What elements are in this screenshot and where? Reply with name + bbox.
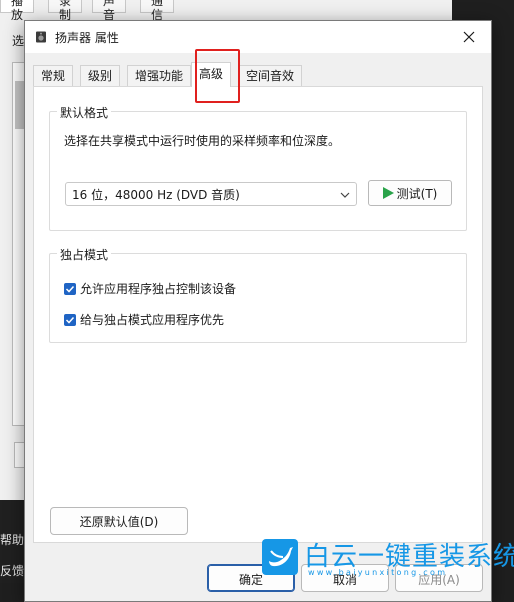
play-icon xyxy=(382,187,394,199)
tab-general[interactable]: 常规 xyxy=(33,65,74,86)
default-format-group: 默认格式 选择在共享模式中运行时使用的采样频率和位深度。 16 位，48000 … xyxy=(49,104,467,231)
sample-format-value: 16 位，48000 Hz (DVD 音质) xyxy=(72,188,240,202)
tab-enhancements[interactable]: 增强功能 xyxy=(127,65,192,86)
background-tab-sounds[interactable]: 声音 xyxy=(92,0,127,22)
ok-button[interactable]: 确定 xyxy=(207,564,295,592)
help-link[interactable]: 帮助 xyxy=(0,531,24,548)
dialog-title: 扬声器 属性 xyxy=(55,31,119,45)
test-button[interactable]: 测试(T) xyxy=(368,180,452,206)
background-tab-recording[interactable]: 录制 xyxy=(48,0,83,22)
allow-exclusive-label: 允许应用程序独占控制该设备 xyxy=(80,282,237,296)
speaker-icon xyxy=(36,31,46,43)
speaker-properties-dialog: 扬声器 属性 常规 级别 增强功能 高级 空间音效 默认格式 选择在共享模式中运… xyxy=(24,20,492,602)
apply-button[interactable]: 应用(A) xyxy=(395,564,483,592)
checkmark-icon xyxy=(65,316,75,324)
feedback-link[interactable]: 反馈 xyxy=(0,562,24,579)
test-button-label: 测试(T) xyxy=(396,187,438,201)
background-tab-communications[interactable]: 通信 xyxy=(140,0,175,22)
close-button[interactable] xyxy=(447,21,491,53)
exclusive-priority-checkbox[interactable] xyxy=(64,314,76,326)
background-tab-playback[interactable]: 播放 xyxy=(0,0,35,22)
tab-levels[interactable]: 级别 xyxy=(80,65,121,86)
checkmark-icon xyxy=(65,285,75,293)
sample-format-select[interactable]: 16 位，48000 Hz (DVD 音质) xyxy=(65,182,357,206)
exclusive-mode-group: 独占模式 允许应用程序独占控制该设备 给与独占模式应用程序优先 xyxy=(49,246,467,343)
exclusive-mode-label: 独占模式 xyxy=(57,246,112,263)
default-format-label: 默认格式 xyxy=(57,104,112,121)
allow-exclusive-option[interactable]: 允许应用程序独占控制该设备 xyxy=(64,280,236,297)
advanced-panel: 默认格式 选择在共享模式中运行时使用的采样频率和位深度。 16 位，48000 … xyxy=(33,86,483,543)
allow-exclusive-checkbox[interactable] xyxy=(64,283,76,295)
exclusive-priority-label: 给与独占模式应用程序优先 xyxy=(80,313,225,327)
title-bar: 扬声器 属性 xyxy=(25,21,491,53)
default-format-description: 选择在共享模式中运行时使用的采样频率和位深度。 xyxy=(64,134,341,148)
background-select-label: 选 xyxy=(12,34,25,48)
cancel-button[interactable]: 取消 xyxy=(301,564,389,592)
exclusive-priority-option[interactable]: 给与独占模式应用程序优先 xyxy=(64,311,224,328)
restore-defaults-button[interactable]: 还原默认值(D) xyxy=(50,507,188,535)
chevron-down-icon xyxy=(340,192,350,198)
close-icon xyxy=(463,31,475,43)
tab-spatial-sound[interactable]: 空间音效 xyxy=(238,65,303,86)
advanced-tab-highlight xyxy=(195,49,240,103)
background-scrollbar-thumb[interactable] xyxy=(15,81,24,129)
